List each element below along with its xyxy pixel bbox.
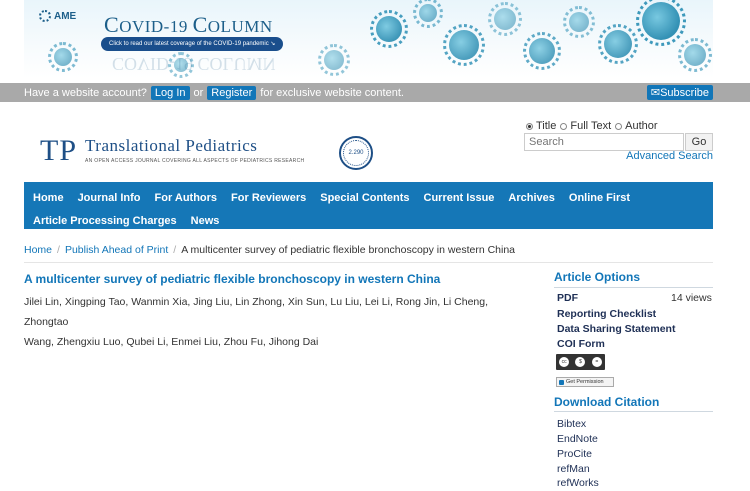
- search-scope-options: Title Full Text Author: [526, 120, 658, 132]
- search-option-fulltext[interactable]: Full Text: [560, 120, 611, 132]
- nav-journal-info[interactable]: Journal Info: [73, 192, 149, 204]
- article-options-heading: Article Options: [554, 270, 641, 284]
- citation-procite-link[interactable]: ProCite: [557, 448, 592, 460]
- virus-graphic: [413, 0, 443, 28]
- virus-graphic: [488, 2, 522, 36]
- search-input[interactable]: [524, 133, 684, 151]
- radio-selected-icon: [526, 122, 533, 130]
- virus-graphic: [678, 38, 712, 72]
- nav-special-contents[interactable]: Special Contents: [315, 192, 417, 204]
- virus-graphic: [523, 32, 561, 70]
- search-option-title[interactable]: Title: [526, 120, 556, 132]
- login-button[interactable]: Log In: [150, 85, 190, 100]
- account-prompt: Have a website account?: [24, 86, 147, 99]
- breadcrumb-current: A multicenter survey of pediatric flexib…: [181, 244, 516, 256]
- nav-article-processing-charges[interactable]: Article Processing Charges: [28, 215, 185, 227]
- search-option-author[interactable]: Author: [615, 120, 658, 132]
- covid-banner[interactable]: AME COVID-19 COLUMN Click to read our la…: [24, 0, 713, 78]
- virus-graphic: [370, 10, 408, 48]
- creative-commons-license-badge[interactable]: cc $ =: [556, 354, 605, 370]
- get-permission-button[interactable]: Get Permission: [556, 377, 614, 387]
- breadcrumb: Home / Publish Ahead of Print / A multic…: [24, 244, 515, 256]
- ame-logo-icon: [39, 10, 51, 22]
- nav-for-reviewers[interactable]: For Reviewers: [226, 192, 314, 204]
- nav-home[interactable]: Home: [28, 192, 72, 204]
- divider: [24, 262, 713, 263]
- article-authors: Jilei Lin, Xingping Tao, Wanmin Xia, Jin…: [24, 292, 524, 352]
- account-suffix: for exclusive website content.: [260, 86, 404, 99]
- virus-graphic: [636, 0, 686, 46]
- breadcrumb-publish-ahead[interactable]: Publish Ahead of Print: [65, 244, 168, 256]
- covid-title-reflection: COVID-19 COLUMN: [112, 54, 276, 74]
- divider: [554, 287, 713, 288]
- nav-for-authors[interactable]: For Authors: [150, 192, 226, 204]
- impact-factor-seal: 2.290: [339, 136, 373, 170]
- virus-graphic: [318, 44, 350, 76]
- citation-refworks-link[interactable]: refWorks: [557, 477, 599, 489]
- covid-coverage-button[interactable]: Click to read our latest coverage of the…: [101, 37, 284, 51]
- journal-logo[interactable]: TP Translational Pediatrics AN OPEN ACCE…: [40, 136, 304, 166]
- ame-logo-text: AME: [54, 10, 77, 22]
- pdf-link[interactable]: PDF: [557, 292, 578, 304]
- nav-archives[interactable]: Archives: [503, 192, 562, 204]
- nav-current-issue[interactable]: Current Issue: [419, 192, 503, 204]
- or-text: or: [193, 86, 204, 99]
- journal-abbrev: TP: [40, 134, 78, 167]
- breadcrumb-separator: /: [173, 244, 177, 256]
- radio-icon: [560, 122, 568, 130]
- journal-name: Translational Pediatrics: [85, 136, 258, 155]
- search-go-button[interactable]: Go: [685, 133, 713, 151]
- ame-logo[interactable]: AME: [39, 10, 76, 22]
- account-bar: Have a website account? Log In or Regist…: [0, 83, 750, 102]
- nav-news[interactable]: News: [186, 215, 228, 227]
- virus-graphic: [48, 42, 78, 72]
- download-citation-heading: Download Citation: [554, 395, 660, 409]
- subscribe-button[interactable]: ✉Subscribe: [646, 85, 713, 100]
- reporting-checklist-link[interactable]: Reporting Checklist: [557, 308, 656, 320]
- mail-icon: ✉: [650, 87, 661, 99]
- view-count: 14 views: [671, 292, 712, 304]
- data-sharing-statement-link[interactable]: Data Sharing Statement: [557, 323, 675, 335]
- citation-bibtex-link[interactable]: Bibtex: [557, 418, 586, 430]
- journal-tagline: AN OPEN ACCESS JOURNAL COVERING ALL ASPE…: [85, 158, 305, 164]
- breadcrumb-separator: /: [57, 244, 60, 256]
- virus-graphic: [563, 6, 595, 38]
- citation-endnote-link[interactable]: EndNote: [557, 433, 598, 445]
- advanced-search-link[interactable]: Advanced Search: [626, 150, 713, 162]
- virus-graphic: [598, 24, 638, 64]
- main-nav: Home Journal Info For Authors For Review…: [24, 182, 713, 229]
- register-button[interactable]: Register: [207, 85, 257, 100]
- coi-form-link[interactable]: COI Form: [557, 338, 605, 350]
- divider: [554, 411, 713, 412]
- virus-graphic: [443, 24, 485, 66]
- citation-refman-link[interactable]: refMan: [557, 463, 590, 475]
- authors-line: Jilei Lin, Xingping Tao, Wanmin Xia, Jin…: [24, 296, 489, 328]
- article-title: A multicenter survey of pediatric flexib…: [24, 272, 441, 286]
- nav-online-first[interactable]: Online First: [564, 192, 638, 204]
- radio-icon: [615, 122, 623, 130]
- authors-line: Wang, Zhengxiu Luo, Qubei Li, Enmei Liu,…: [24, 336, 319, 348]
- breadcrumb-home[interactable]: Home: [24, 244, 52, 256]
- permission-icon: [559, 379, 564, 385]
- covid-column-title: COVID-19 COLUMN: [104, 12, 273, 37]
